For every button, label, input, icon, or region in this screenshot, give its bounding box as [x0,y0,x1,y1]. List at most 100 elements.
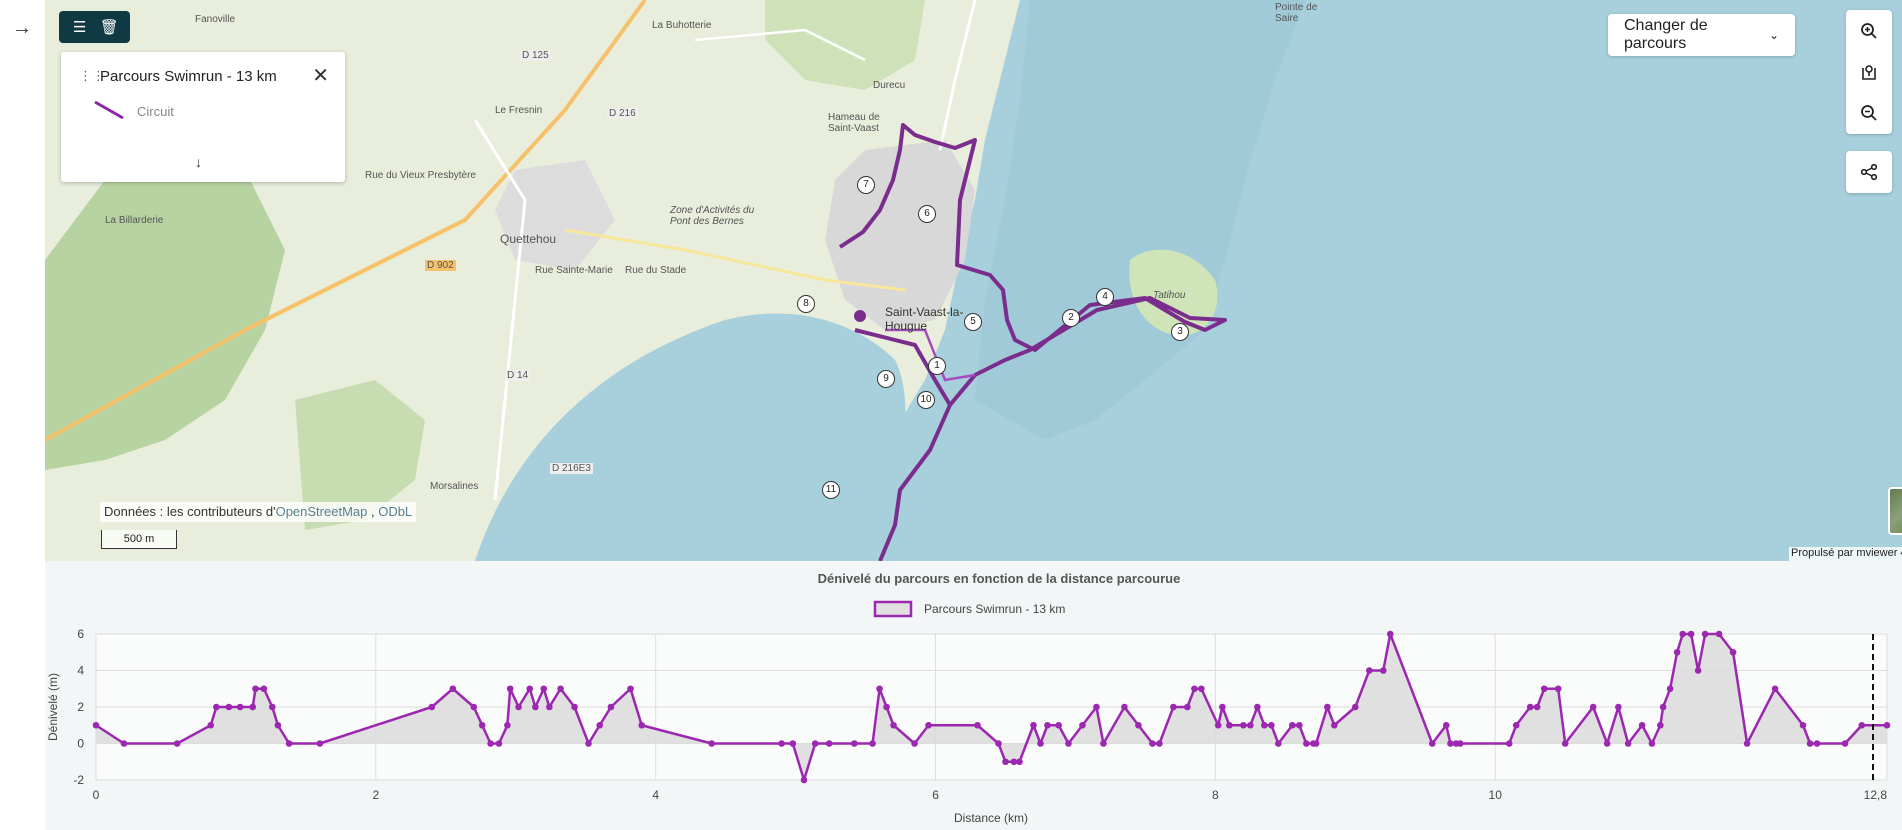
profile-point [260,685,268,693]
zoom-in-icon[interactable] [1846,10,1892,51]
profile-point [1638,721,1646,729]
profile-point [249,703,257,711]
y-axis-label: Dénivelé (m) [46,673,60,741]
profile-point [1254,703,1261,711]
profile-point [546,703,553,711]
waypoint-marker[interactable]: 2 [1062,309,1080,327]
legend-panel: ⋮⋮ Parcours Swimrun - 13 km ✕ Circuit ↓ [61,52,345,182]
powered-by[interactable]: Propulsé par mviewer 4-snapshot [1789,547,1902,561]
waypoint-marker[interactable]: 1 [928,357,946,375]
profile-point [1312,740,1320,747]
waypoint-marker[interactable]: 6 [918,205,936,223]
profile-point [1055,721,1062,729]
zoom-out-icon[interactable] [1846,92,1892,133]
profile-point [1379,667,1387,674]
y-tick-label: 0 [77,737,84,751]
x-tick-label: 0 [93,788,100,802]
profile-point [225,703,233,711]
list-icon[interactable]: ☰ [68,18,92,36]
arrow-down-icon[interactable]: ↓ [195,154,202,170]
profile-point [627,685,634,693]
profile-point [1679,630,1687,638]
profile-point [449,685,457,693]
waypoint-marker[interactable]: 4 [1096,288,1114,306]
x-axis-label: Distance (km) [954,811,1028,825]
odbl-link[interactable]: ODbL [378,504,412,519]
share-icon[interactable] [1846,151,1892,193]
profile-point [1603,740,1611,747]
expand-panel-arrow-icon[interactable]: → [10,16,34,40]
circuit-line-icon [94,100,124,120]
profile-point [925,721,932,729]
profile-point [1324,703,1331,711]
basemap-switcher[interactable] [1888,487,1902,535]
profile-point [1533,703,1541,711]
profile-point [1002,758,1009,766]
profile-point [504,721,511,729]
waypoint-marker[interactable]: 10 [917,391,935,409]
profile-point [883,703,890,711]
x-tick-label: 8 [1212,788,1219,802]
route-select[interactable]: Changer de parcours ⌄ [1608,14,1795,56]
profile-point [478,721,486,729]
osm-link[interactable]: OpenStreetMap [276,504,368,519]
map-label: Rue du Stade [625,265,687,276]
profile-point [869,740,876,747]
profile-point [1170,703,1177,711]
profile-point [1687,630,1695,638]
profile-point [1648,740,1656,747]
waypoint-marker[interactable]: 3 [1171,323,1189,341]
close-icon[interactable]: ✕ [312,63,329,88]
profile-point [1268,721,1275,729]
zoom-controls [1846,10,1892,134]
profile-point [585,740,592,747]
profile-point [506,685,514,693]
profile-point [1198,685,1205,693]
elevation-chart[interactable]: -2 0 2 4 6 0 2 4 6 8 10 12,8 Dénivelé du parcours en… [45,561,1902,830]
profile-point [1666,685,1674,693]
profile-point [1883,721,1891,729]
profile-point [1442,721,1450,729]
profile-point [1135,721,1142,729]
profile-point [911,740,918,747]
profile-point [1858,721,1866,729]
trash-icon[interactable]: 🗑 [97,18,121,36]
map-label: Pointe de Saire [1275,2,1318,24]
profile-point [1289,721,1296,729]
profile-point [708,740,715,747]
profile-point [1296,721,1303,729]
profile-point [1184,703,1191,711]
profile-point [1386,630,1394,638]
profile-point [1219,703,1226,711]
waypoint-marker[interactable]: 5 [964,313,982,331]
waypoint-marker[interactable]: 8 [797,295,815,313]
elevation-chart-svg[interactable]: -2 0 2 4 6 0 2 4 6 8 10 12,8 Dénivelé du parcours en… [45,561,1902,830]
waypoint-marker[interactable]: 11 [822,481,840,499]
profile-point [1813,740,1821,747]
profile-point [1841,740,1849,747]
profile-point [1456,740,1464,747]
legend-label: Parcours Swimrun - 13 km [924,602,1065,616]
map-label: Tatihou [1153,290,1186,301]
profile-point [1079,721,1086,729]
profile-point [1214,721,1222,729]
profile-point [1673,648,1681,656]
profile-point [1149,740,1156,747]
map-pin-icon[interactable] [1846,51,1892,92]
map-label: D 902 [425,260,456,271]
waypoint-marker[interactable]: 9 [877,370,895,388]
layer-toolbar: ☰ 🗑 [59,11,130,43]
profile-point [1701,630,1709,638]
waypoint-marker[interactable]: 7 [857,176,875,194]
profile-point [1694,667,1702,674]
profile-point [1351,703,1359,711]
profile-point [1526,703,1534,711]
map-label: D 14 [505,370,531,381]
profile-point [825,740,833,747]
map-label: Saint-Vaast-la-Hougue [885,305,964,333]
map-label: Quettehou [500,232,557,246]
profile-point [487,740,494,747]
x-tick-label: 10 [1489,788,1503,802]
profile-point [876,685,883,693]
map-label: La Billarderie [105,215,164,226]
